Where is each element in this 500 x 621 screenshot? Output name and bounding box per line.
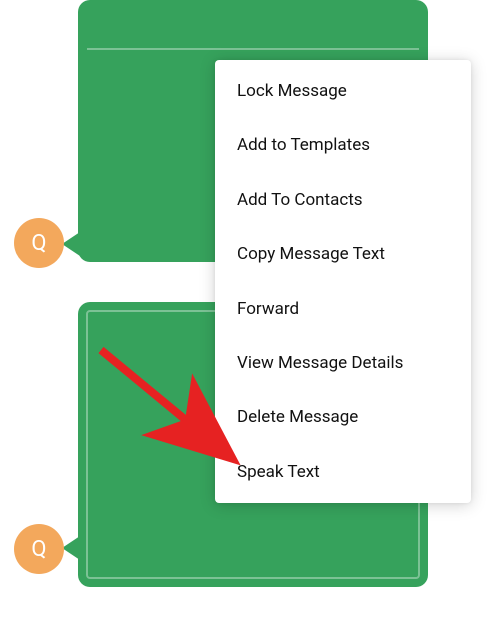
menu-item-add-to-templates[interactable]: Add to Templates [215, 118, 471, 172]
menu-item-add-to-contacts[interactable]: Add To Contacts [215, 173, 471, 227]
menu-item-lock-message[interactable]: Lock Message [215, 64, 471, 118]
menu-item-copy-message-text[interactable]: Copy Message Text [215, 227, 471, 281]
avatar[interactable]: Q [14, 524, 64, 574]
chat-area: Q 30/09/ Q Lock Message Add to Templates… [0, 0, 500, 621]
bubble-tail [62, 536, 80, 560]
menu-item-forward[interactable]: Forward [215, 282, 471, 336]
avatar[interactable]: Q [14, 218, 64, 268]
context-menu: Lock Message Add to Templates Add To Con… [215, 60, 471, 503]
menu-item-delete-message[interactable]: Delete Message [215, 390, 471, 444]
bubble-divider [87, 48, 419, 50]
menu-item-view-message-details[interactable]: View Message Details [215, 336, 471, 390]
menu-item-speak-text[interactable]: Speak Text [215, 445, 471, 499]
avatar-initial: Q [31, 231, 46, 256]
bubble-tail [62, 232, 80, 256]
avatar-initial: Q [31, 537, 46, 562]
